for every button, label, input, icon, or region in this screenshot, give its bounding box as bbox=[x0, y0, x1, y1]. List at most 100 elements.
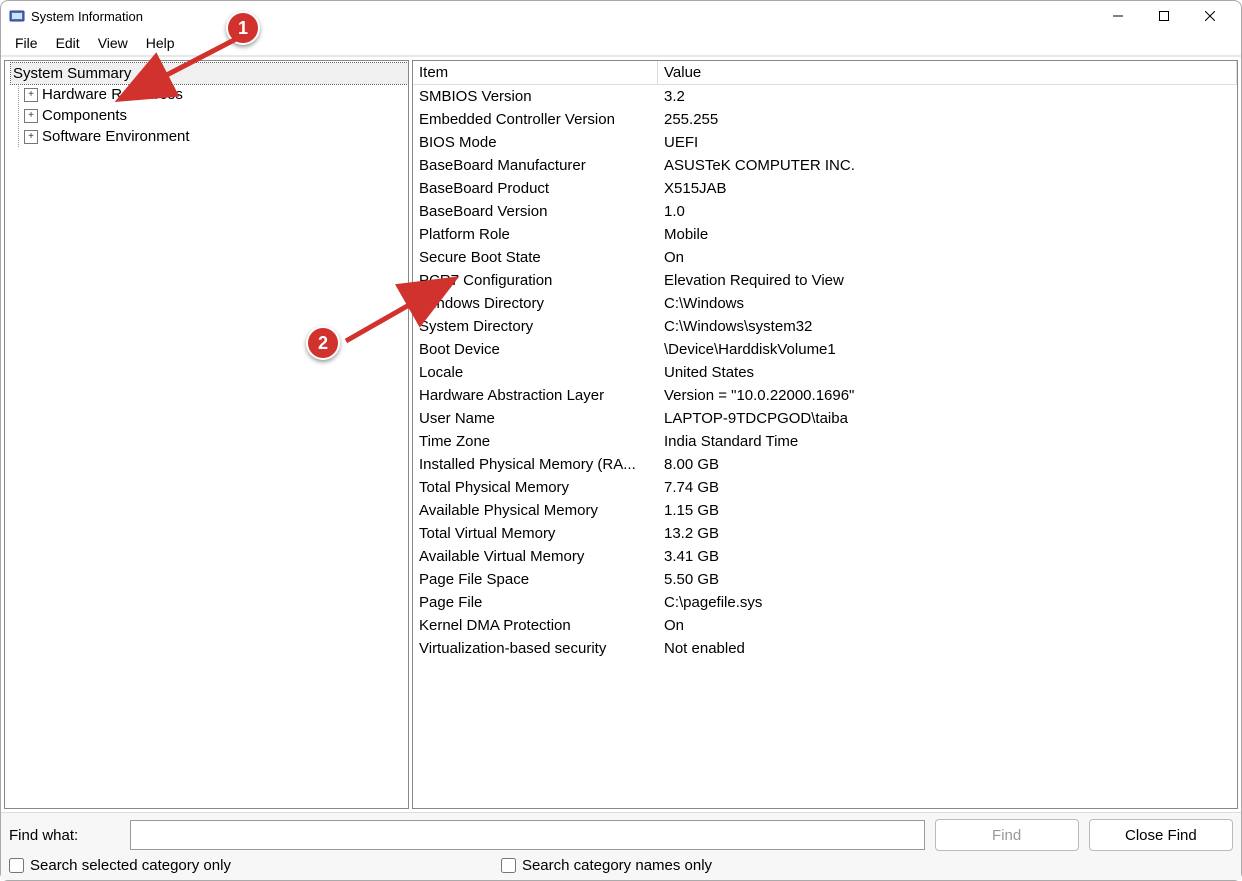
expand-icon[interactable]: + bbox=[24, 88, 38, 102]
cell-value: 7.74 GB bbox=[658, 476, 1237, 499]
cell-item: Time Zone bbox=[413, 430, 658, 453]
tree-item-hardware-resources[interactable]: + Hardware Resources bbox=[22, 84, 408, 105]
table-row[interactable]: Embedded Controller Version255.255 bbox=[413, 108, 1237, 131]
menu-file[interactable]: File bbox=[7, 33, 46, 53]
find-label: Find what: bbox=[9, 827, 120, 844]
cell-item: Embedded Controller Version bbox=[413, 108, 658, 131]
details-table-scroll[interactable]: Item Value SMBIOS Version3.2Embedded Con… bbox=[413, 61, 1237, 808]
cell-item: BaseBoard Manufacturer bbox=[413, 154, 658, 177]
close-button[interactable] bbox=[1187, 1, 1233, 31]
tree-item-label: Components bbox=[42, 107, 127, 124]
table-row[interactable]: Available Physical Memory1.15 GB bbox=[413, 499, 1237, 522]
cell-value: C:\Windows\system32 bbox=[658, 315, 1237, 338]
cell-value: 5.50 GB bbox=[658, 568, 1237, 591]
expand-icon[interactable]: + bbox=[24, 130, 38, 144]
table-header-row: Item Value bbox=[413, 61, 1237, 85]
cell-item: Locale bbox=[413, 361, 658, 384]
cell-item: Page File bbox=[413, 591, 658, 614]
cell-item: Total Virtual Memory bbox=[413, 522, 658, 545]
cell-value: UEFI bbox=[658, 131, 1237, 154]
close-find-button[interactable]: Close Find bbox=[1089, 819, 1233, 851]
tree-root-system-summary[interactable]: System Summary bbox=[11, 63, 408, 84]
find-input[interactable] bbox=[130, 820, 925, 850]
cell-item: System Directory bbox=[413, 315, 658, 338]
cell-value: Version = "10.0.22000.1696" bbox=[658, 384, 1237, 407]
cell-value: On bbox=[658, 614, 1237, 637]
cell-item: PCR7 Configuration bbox=[413, 269, 658, 292]
table-row[interactable]: BIOS ModeUEFI bbox=[413, 131, 1237, 154]
tree-item-label: Software Environment bbox=[42, 128, 190, 145]
category-tree[interactable]: System Summary + Hardware Resources + Co… bbox=[4, 60, 409, 809]
cell-value: 3.2 bbox=[658, 85, 1237, 108]
menu-view[interactable]: View bbox=[90, 33, 136, 53]
table-row[interactable]: PCR7 ConfigurationElevation Required to … bbox=[413, 269, 1237, 292]
menu-bar: File Edit View Help bbox=[1, 31, 1241, 55]
cell-value: Mobile bbox=[658, 223, 1237, 246]
table-row[interactable]: BaseBoard Version1.0 bbox=[413, 200, 1237, 223]
cell-value: Not enabled bbox=[658, 637, 1237, 660]
find-button[interactable]: Find bbox=[935, 819, 1079, 851]
cell-item: Page File Space bbox=[413, 568, 658, 591]
cell-value: India Standard Time bbox=[658, 430, 1237, 453]
column-header-value[interactable]: Value bbox=[658, 61, 1237, 85]
cell-item: BaseBoard Version bbox=[413, 200, 658, 223]
table-row[interactable]: Page File Space5.50 GB bbox=[413, 568, 1237, 591]
table-row[interactable]: System DirectoryC:\Windows\system32 bbox=[413, 315, 1237, 338]
cell-item: Available Physical Memory bbox=[413, 499, 658, 522]
cell-value: Elevation Required to View bbox=[658, 269, 1237, 292]
details-pane: Item Value SMBIOS Version3.2Embedded Con… bbox=[412, 60, 1238, 809]
tree-root-label: System Summary bbox=[13, 65, 131, 82]
menu-edit[interactable]: Edit bbox=[48, 33, 88, 53]
table-row[interactable]: Virtualization-based securityNot enabled bbox=[413, 637, 1237, 660]
tree-item-label: Hardware Resources bbox=[42, 86, 183, 103]
table-row[interactable]: Boot Device\Device\HarddiskVolume1 bbox=[413, 338, 1237, 361]
checkbox-label: Search category names only bbox=[522, 857, 712, 874]
table-row[interactable]: Time ZoneIndia Standard Time bbox=[413, 430, 1237, 453]
app-icon bbox=[9, 8, 25, 24]
table-row[interactable]: Installed Physical Memory (RA...8.00 GB bbox=[413, 453, 1237, 476]
cell-item: Virtualization-based security bbox=[413, 637, 658, 660]
table-row[interactable]: Total Virtual Memory13.2 GB bbox=[413, 522, 1237, 545]
table-row[interactable]: Windows DirectoryC:\Windows bbox=[413, 292, 1237, 315]
cell-item: Total Physical Memory bbox=[413, 476, 658, 499]
table-row[interactable]: LocaleUnited States bbox=[413, 361, 1237, 384]
column-header-item[interactable]: Item bbox=[413, 61, 658, 85]
table-row[interactable]: Available Virtual Memory3.41 GB bbox=[413, 545, 1237, 568]
details-table: Item Value SMBIOS Version3.2Embedded Con… bbox=[413, 61, 1237, 660]
table-row[interactable]: SMBIOS Version3.2 bbox=[413, 85, 1237, 108]
minimize-button[interactable] bbox=[1095, 1, 1141, 31]
table-row[interactable]: BaseBoard ManufacturerASUSTeK COMPUTER I… bbox=[413, 154, 1237, 177]
tree-item-software-environment[interactable]: + Software Environment bbox=[22, 126, 408, 147]
search-selected-only-checkbox[interactable] bbox=[9, 858, 24, 873]
system-information-window: System Information File Edit View Help S… bbox=[0, 0, 1242, 881]
table-row[interactable]: BaseBoard ProductX515JAB bbox=[413, 177, 1237, 200]
cell-value: 1.0 bbox=[658, 200, 1237, 223]
cell-value: \Device\HarddiskVolume1 bbox=[658, 338, 1237, 361]
table-row[interactable]: Platform RoleMobile bbox=[413, 223, 1237, 246]
table-row[interactable]: Secure Boot StateOn bbox=[413, 246, 1237, 269]
cell-item: SMBIOS Version bbox=[413, 85, 658, 108]
tree-item-components[interactable]: + Components bbox=[22, 105, 408, 126]
title-bar: System Information bbox=[1, 1, 1241, 31]
cell-value: 1.15 GB bbox=[658, 499, 1237, 522]
cell-item: Available Virtual Memory bbox=[413, 545, 658, 568]
table-row[interactable]: Hardware Abstraction LayerVersion = "10.… bbox=[413, 384, 1237, 407]
search-category-names-only-label[interactable]: Search category names only bbox=[501, 857, 712, 874]
cell-item: BIOS Mode bbox=[413, 131, 658, 154]
cell-item: Installed Physical Memory (RA... bbox=[413, 453, 658, 476]
cell-item: Kernel DMA Protection bbox=[413, 614, 658, 637]
table-row[interactable]: Total Physical Memory7.74 GB bbox=[413, 476, 1237, 499]
maximize-button[interactable] bbox=[1141, 1, 1187, 31]
table-row[interactable]: Kernel DMA ProtectionOn bbox=[413, 614, 1237, 637]
menu-help[interactable]: Help bbox=[138, 33, 183, 53]
expand-icon[interactable]: + bbox=[24, 109, 38, 123]
find-bar: Find what: Find Close Find Search select… bbox=[1, 812, 1241, 880]
search-selected-only-label[interactable]: Search selected category only bbox=[9, 857, 231, 874]
table-row[interactable]: User NameLAPTOP-9TDCPGOD\taiba bbox=[413, 407, 1237, 430]
cell-value: C:\Windows bbox=[658, 292, 1237, 315]
cell-item: Platform Role bbox=[413, 223, 658, 246]
search-category-names-only-checkbox[interactable] bbox=[501, 858, 516, 873]
checkbox-label: Search selected category only bbox=[30, 857, 231, 874]
cell-value: 13.2 GB bbox=[658, 522, 1237, 545]
table-row[interactable]: Page FileC:\pagefile.sys bbox=[413, 591, 1237, 614]
